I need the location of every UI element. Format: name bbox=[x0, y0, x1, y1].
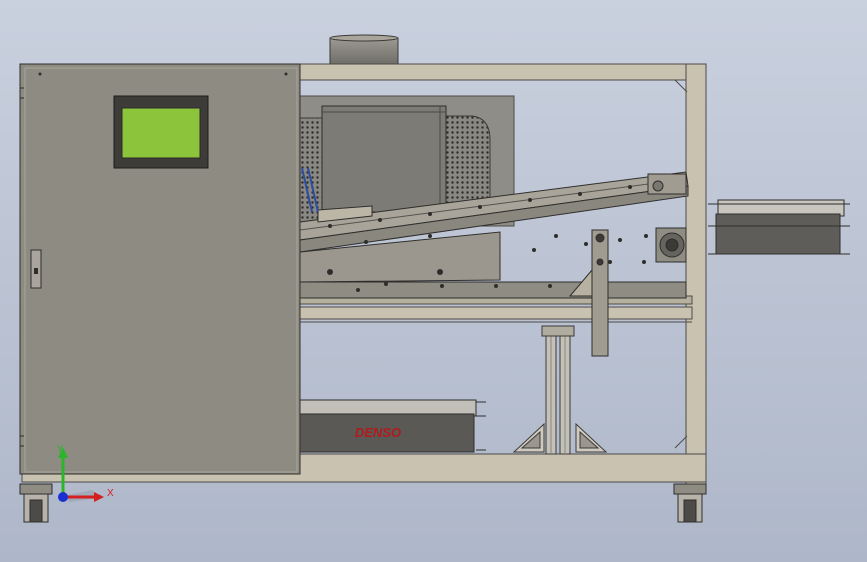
vertical-bracket bbox=[568, 229, 609, 357]
x-axis-label: X bbox=[107, 488, 114, 499]
caster-wheel-right bbox=[673, 483, 707, 523]
drive-roller bbox=[647, 173, 687, 263]
z-axis-dot bbox=[58, 492, 68, 502]
cad-viewport[interactable]: DENSO Y X bbox=[0, 0, 867, 562]
denso-label: DENSO bbox=[355, 425, 401, 440]
output-tray bbox=[708, 199, 850, 255]
cabinet-door-handle[interactable] bbox=[30, 249, 42, 289]
y-axis-label: Y bbox=[57, 444, 64, 455]
top-hopper bbox=[329, 34, 399, 65]
hmi-screen[interactable] bbox=[113, 95, 209, 169]
caster-wheel-left bbox=[19, 483, 53, 523]
denso-bin: DENSO bbox=[297, 399, 486, 453]
